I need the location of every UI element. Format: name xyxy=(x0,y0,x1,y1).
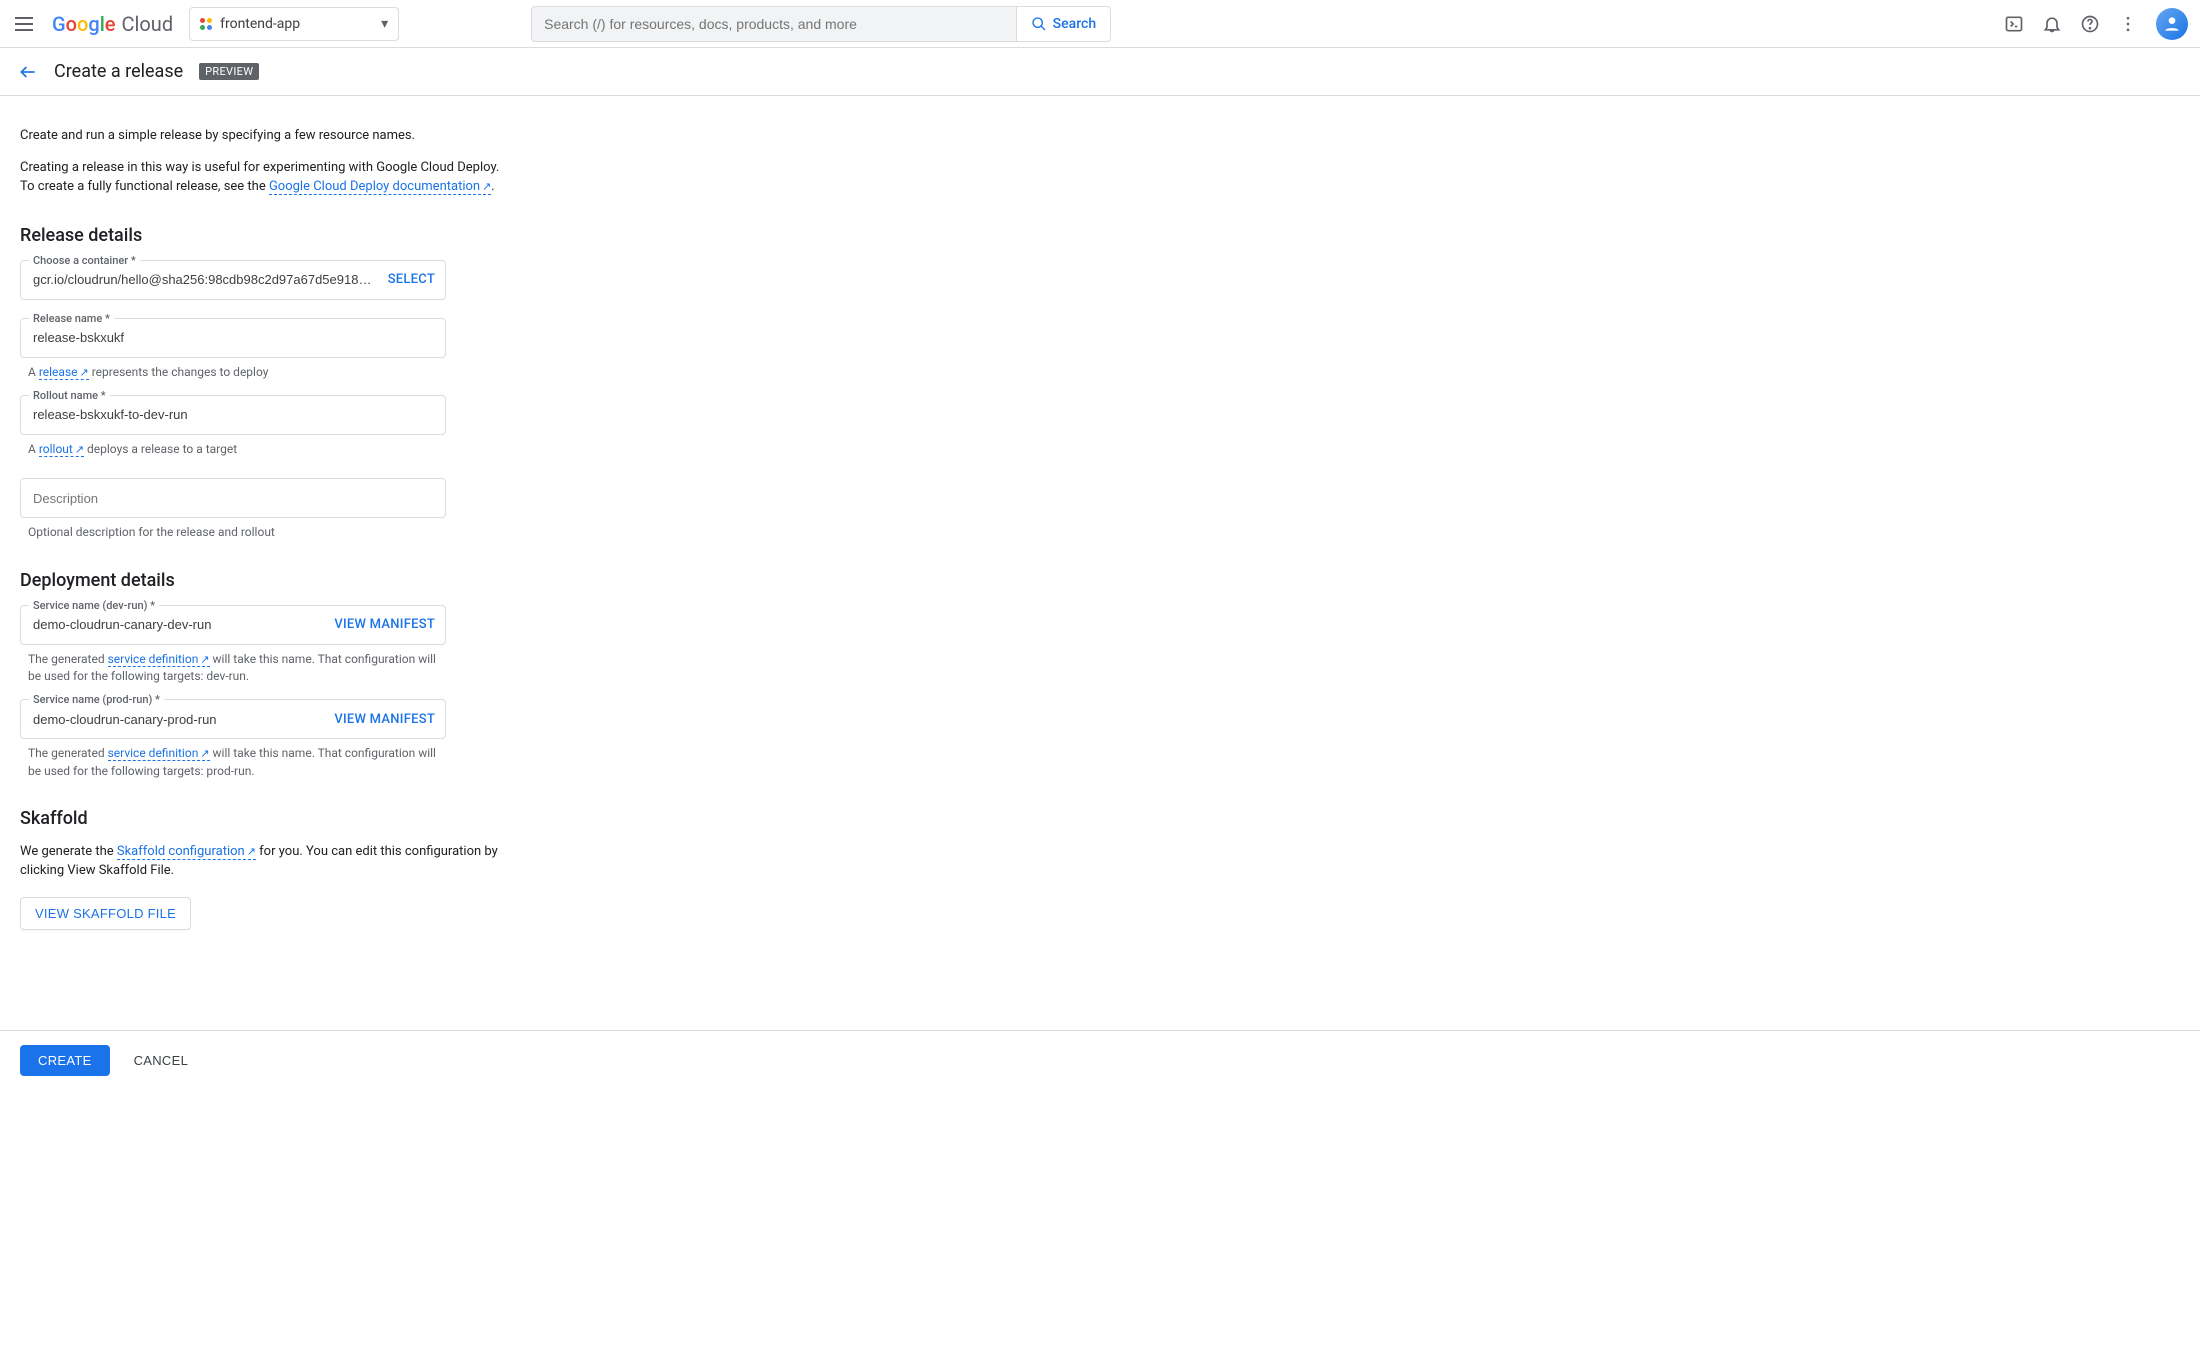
svc-prod-field: Service name (prod-run) * VIEW MANIFEST xyxy=(20,699,446,739)
search-input[interactable] xyxy=(532,7,1016,41)
cancel-button[interactable]: CANCEL xyxy=(128,1045,195,1076)
release-name-label: Release name * xyxy=(29,312,114,325)
skaffold-heading: Skaffold xyxy=(20,808,500,829)
rollout-name-input[interactable] xyxy=(31,406,435,423)
view-manifest-dev-button[interactable]: VIEW MANIFEST xyxy=(324,617,435,632)
svc-dev-label: Service name (dev-run) * xyxy=(29,599,159,612)
project-picker[interactable]: frontend-app ▾ xyxy=(189,7,399,41)
intro-line-1: Create and run a simple release by speci… xyxy=(20,127,500,146)
release-link[interactable]: release↗ xyxy=(39,365,89,380)
avatar[interactable] xyxy=(2156,8,2188,40)
svc-dev-field: Service name (dev-run) * VIEW MANIFEST xyxy=(20,605,446,645)
external-link-icon: ↗ xyxy=(80,366,89,379)
external-link-icon: ↗ xyxy=(200,747,209,760)
more-vert-icon[interactable] xyxy=(2118,14,2138,34)
rollout-link[interactable]: rollout↗ xyxy=(39,442,84,457)
description-helper: Optional description for the release and… xyxy=(28,524,446,541)
container-field: Choose a container * SELECT xyxy=(20,260,446,300)
external-link-icon: ↗ xyxy=(247,845,256,858)
create-button[interactable]: CREATE xyxy=(20,1045,110,1076)
skaffold-config-link[interactable]: Skaffold configuration↗ xyxy=(117,844,256,860)
topbar-right xyxy=(2004,8,2188,40)
external-link-icon: ↗ xyxy=(200,653,209,666)
search-bar: Search xyxy=(531,6,1111,42)
svc-dev-input[interactable] xyxy=(31,616,324,633)
notifications-icon[interactable] xyxy=(2042,14,2062,34)
release-name-field: Release name * xyxy=(20,318,446,358)
rollout-name-helper: A rollout↗ deploys a release to a target xyxy=(28,441,446,458)
skaffold-text: We generate the Skaffold configuration↗ … xyxy=(20,843,500,881)
topbar: Google Cloud frontend-app ▾ Search xyxy=(0,0,2200,48)
deploy-docs-link[interactable]: Google Cloud Deploy documentation↗ xyxy=(269,179,491,195)
description-field xyxy=(20,478,446,518)
intro-line-2: Creating a release in this way is useful… xyxy=(20,159,500,197)
search-button[interactable]: Search xyxy=(1016,7,1110,41)
preview-badge: PREVIEW xyxy=(199,63,259,80)
chevron-down-icon: ▾ xyxy=(381,16,388,32)
release-name-helper: A release↗ represents the changes to dep… xyxy=(28,364,446,381)
action-bar: CREATE CANCEL xyxy=(0,1030,2200,1090)
description-input[interactable] xyxy=(31,490,435,507)
container-input[interactable] xyxy=(31,271,378,288)
rollout-name-field: Rollout name * xyxy=(20,395,446,435)
google-cloud-logo[interactable]: Google Cloud xyxy=(52,12,173,36)
cloud-shell-icon[interactable] xyxy=(2004,14,2024,34)
svc-prod-helper: The generated service definition↗ will t… xyxy=(28,745,446,780)
release-name-input[interactable] xyxy=(31,329,435,346)
search-icon xyxy=(1031,16,1047,32)
content: Create and run a simple release by speci… xyxy=(0,96,520,1030)
rollout-name-label: Rollout name * xyxy=(29,389,110,402)
view-manifest-prod-button[interactable]: VIEW MANIFEST xyxy=(324,712,435,727)
external-link-icon: ↗ xyxy=(482,180,491,193)
release-details-heading: Release details xyxy=(20,225,500,246)
project-icon xyxy=(200,18,212,30)
page-title: Create a release xyxy=(54,61,183,82)
hamburger-menu-icon[interactable] xyxy=(12,12,36,36)
deployment-details-heading: Deployment details xyxy=(20,570,500,591)
external-link-icon: ↗ xyxy=(75,443,84,456)
service-definition-link-dev[interactable]: service definition↗ xyxy=(108,652,210,667)
back-arrow-icon[interactable] xyxy=(18,62,38,82)
svc-prod-input[interactable] xyxy=(31,711,324,728)
view-skaffold-file-button[interactable]: VIEW SKAFFOLD FILE xyxy=(20,897,191,930)
service-definition-link-prod[interactable]: service definition↗ xyxy=(108,746,210,761)
svc-prod-label: Service name (prod-run) * xyxy=(29,693,164,706)
help-icon[interactable] xyxy=(2080,14,2100,34)
search-button-label: Search xyxy=(1053,16,1096,32)
svc-dev-helper: The generated service definition↗ will t… xyxy=(28,651,446,686)
logo-cloud-text: Cloud xyxy=(122,12,174,36)
select-container-button[interactable]: SELECT xyxy=(378,272,435,287)
container-label: Choose a container * xyxy=(29,254,140,267)
subheader: Create a release PREVIEW xyxy=(0,48,2200,96)
project-name: frontend-app xyxy=(220,16,300,32)
